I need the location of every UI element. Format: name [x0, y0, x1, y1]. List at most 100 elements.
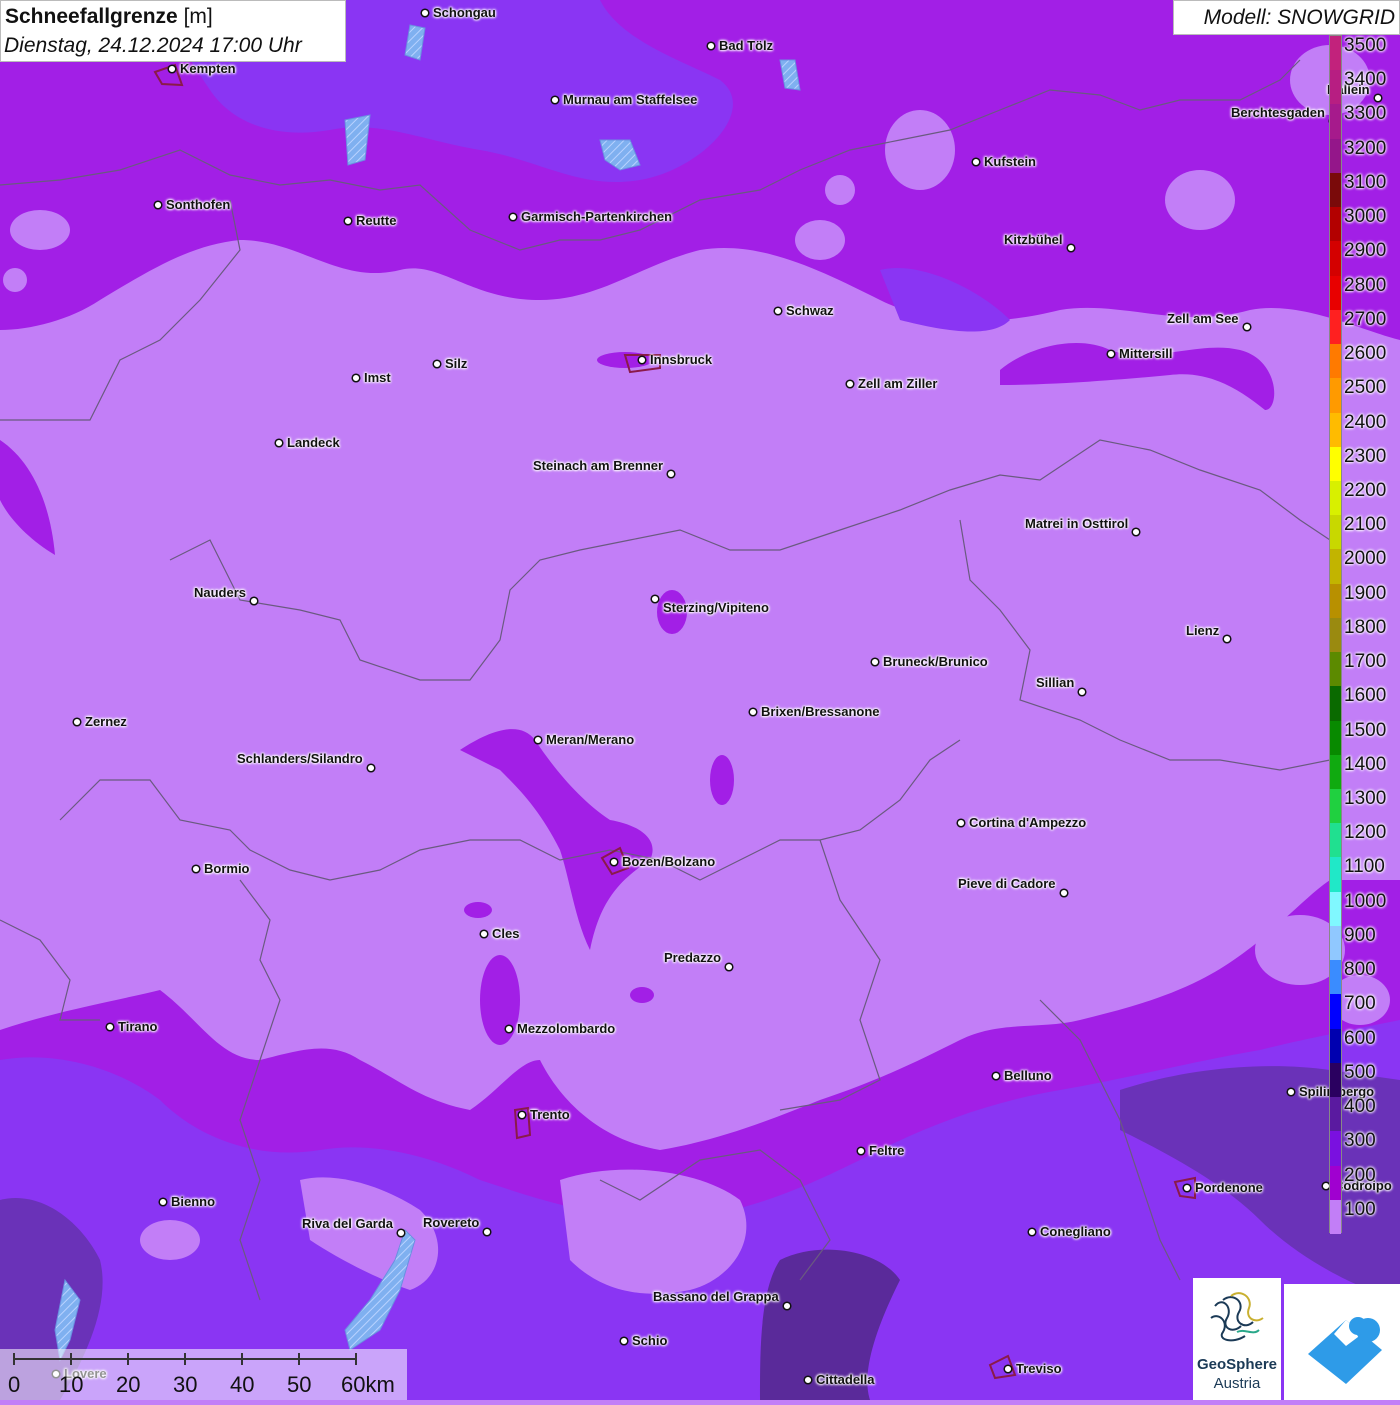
city-label[interactable]: Schio — [632, 1333, 667, 1348]
city-label[interactable]: Pieve di Cadore — [958, 876, 1056, 891]
city-label[interactable]: Sillian — [1036, 675, 1074, 690]
city-label[interactable]: Brixen/Bressanone — [761, 704, 880, 719]
city-label[interactable]: Zell am See — [1167, 311, 1239, 326]
city-marker[interactable] — [845, 379, 855, 389]
city-marker[interactable] — [1286, 1087, 1296, 1097]
city-marker[interactable] — [724, 962, 734, 972]
city-label[interactable]: Kitzbühel — [1004, 232, 1063, 247]
city-marker[interactable] — [609, 857, 619, 867]
city-label[interactable]: Imst — [364, 370, 391, 385]
city-marker[interactable] — [479, 929, 489, 939]
city-label[interactable]: Schwaz — [786, 303, 834, 318]
city-label[interactable]: Bad Tölz — [719, 38, 773, 53]
city-label[interactable]: Matrei in Osttirol — [1025, 516, 1128, 531]
city-label[interactable]: Cittadella — [816, 1372, 875, 1387]
city-label[interactable]: Bozen/Bolzano — [622, 854, 715, 869]
city-label[interactable]: Zell am Ziller — [858, 376, 937, 391]
city-marker[interactable] — [870, 657, 880, 667]
city-label[interactable]: Tirano — [118, 1019, 158, 1034]
city-label[interactable]: Cortina d'Ampezzo — [969, 815, 1086, 830]
city-marker[interactable] — [420, 8, 430, 18]
city-marker[interactable] — [1131, 527, 1141, 537]
city-label[interactable]: Bormio — [204, 861, 250, 876]
city-marker[interactable] — [619, 1336, 629, 1346]
city-marker[interactable] — [432, 359, 442, 369]
city-marker[interactable] — [1066, 243, 1076, 253]
city-label[interactable]: Mittersill — [1119, 346, 1172, 361]
city-label[interactable]: Nauders — [194, 585, 246, 600]
city-marker[interactable] — [706, 41, 716, 51]
city-marker[interactable] — [158, 1197, 168, 1207]
city-marker[interactable] — [504, 1024, 514, 1034]
city-label[interactable]: Schongau — [433, 5, 496, 20]
city-label[interactable]: Kufstein — [984, 154, 1036, 169]
city-marker[interactable] — [550, 95, 560, 105]
city-label[interactable]: Bienno — [171, 1194, 215, 1209]
city-marker[interactable] — [482, 1227, 492, 1237]
city-marker[interactable] — [971, 157, 981, 167]
city-label[interactable]: Berchtesgaden — [1231, 105, 1325, 120]
city-marker[interactable] — [650, 594, 660, 604]
city-marker[interactable] — [773, 306, 783, 316]
city-label[interactable]: Murnau am Staffelsee — [563, 92, 697, 107]
city-marker[interactable] — [274, 438, 284, 448]
city-marker[interactable] — [956, 818, 966, 828]
city-label[interactable]: Sonthofen — [166, 197, 230, 212]
city-marker[interactable] — [1059, 888, 1069, 898]
city-label[interactable]: Conegliano — [1040, 1224, 1111, 1239]
city-label[interactable]: Steinach am Brenner — [533, 458, 663, 473]
city-marker[interactable] — [366, 763, 376, 773]
city-label[interactable]: Schlanders/Silandro — [237, 751, 363, 766]
city-marker[interactable] — [533, 735, 543, 745]
city-marker[interactable] — [508, 212, 518, 222]
city-marker[interactable] — [517, 1110, 527, 1120]
city-label[interactable]: Landeck — [287, 435, 340, 450]
city-marker[interactable] — [1222, 634, 1232, 644]
city-label[interactable]: Innsbruck — [650, 352, 712, 367]
city-label[interactable]: Feltre — [869, 1143, 904, 1158]
city-marker[interactable] — [782, 1301, 792, 1311]
city-label[interactable]: Trento — [530, 1107, 570, 1122]
city-marker[interactable] — [105, 1022, 115, 1032]
city-label[interactable]: Zernez — [85, 714, 127, 729]
city-label[interactable]: Treviso — [1016, 1361, 1062, 1376]
city-marker[interactable] — [191, 864, 201, 874]
city-marker[interactable] — [748, 707, 758, 717]
city-label[interactable]: Silz — [445, 356, 467, 371]
city-marker[interactable] — [637, 355, 647, 365]
city-marker[interactable] — [991, 1071, 1001, 1081]
city-label[interactable]: Bruneck/Brunico — [883, 654, 988, 669]
city-label[interactable]: Pordenone — [1195, 1180, 1263, 1195]
city-label[interactable]: Garmisch-Partenkirchen — [521, 209, 672, 224]
city-marker[interactable] — [153, 200, 163, 210]
city-label[interactable]: Predazzo — [664, 950, 721, 965]
city-label[interactable]: Rovereto — [423, 1215, 479, 1230]
city-label[interactable]: Sterzing/Vipiteno — [663, 600, 769, 615]
city-marker[interactable] — [72, 717, 82, 727]
app-logo[interactable] — [1284, 1284, 1400, 1400]
city-marker[interactable] — [1182, 1183, 1192, 1193]
city-marker[interactable] — [396, 1228, 406, 1238]
city-label[interactable]: Bassano del Grappa — [653, 1289, 779, 1304]
city-label[interactable]: Belluno — [1004, 1068, 1052, 1083]
city-label[interactable]: Meran/Merano — [546, 732, 634, 747]
city-marker[interactable] — [167, 64, 177, 74]
city-marker[interactable] — [666, 469, 676, 479]
city-label[interactable]: Lienz — [1186, 623, 1219, 638]
city-marker[interactable] — [1027, 1227, 1037, 1237]
city-marker[interactable] — [803, 1375, 813, 1385]
city-label[interactable]: Reutte — [356, 213, 396, 228]
city-label[interactable]: Cles — [492, 926, 519, 941]
city-marker[interactable] — [249, 596, 259, 606]
city-label[interactable]: Mezzolombardo — [517, 1021, 615, 1036]
city-marker[interactable] — [1077, 687, 1087, 697]
city-marker[interactable] — [1106, 349, 1116, 359]
city-label[interactable]: Riva del Garda — [302, 1216, 393, 1231]
city-marker[interactable] — [351, 373, 361, 383]
city-marker[interactable] — [856, 1146, 866, 1156]
city-marker[interactable] — [343, 216, 353, 226]
city-label[interactable]: Kempten — [180, 61, 236, 76]
city-marker[interactable] — [1003, 1364, 1013, 1374]
geosphere-logo[interactable]: GeoSphere Austria — [1193, 1278, 1281, 1400]
city-marker[interactable] — [1242, 322, 1252, 332]
